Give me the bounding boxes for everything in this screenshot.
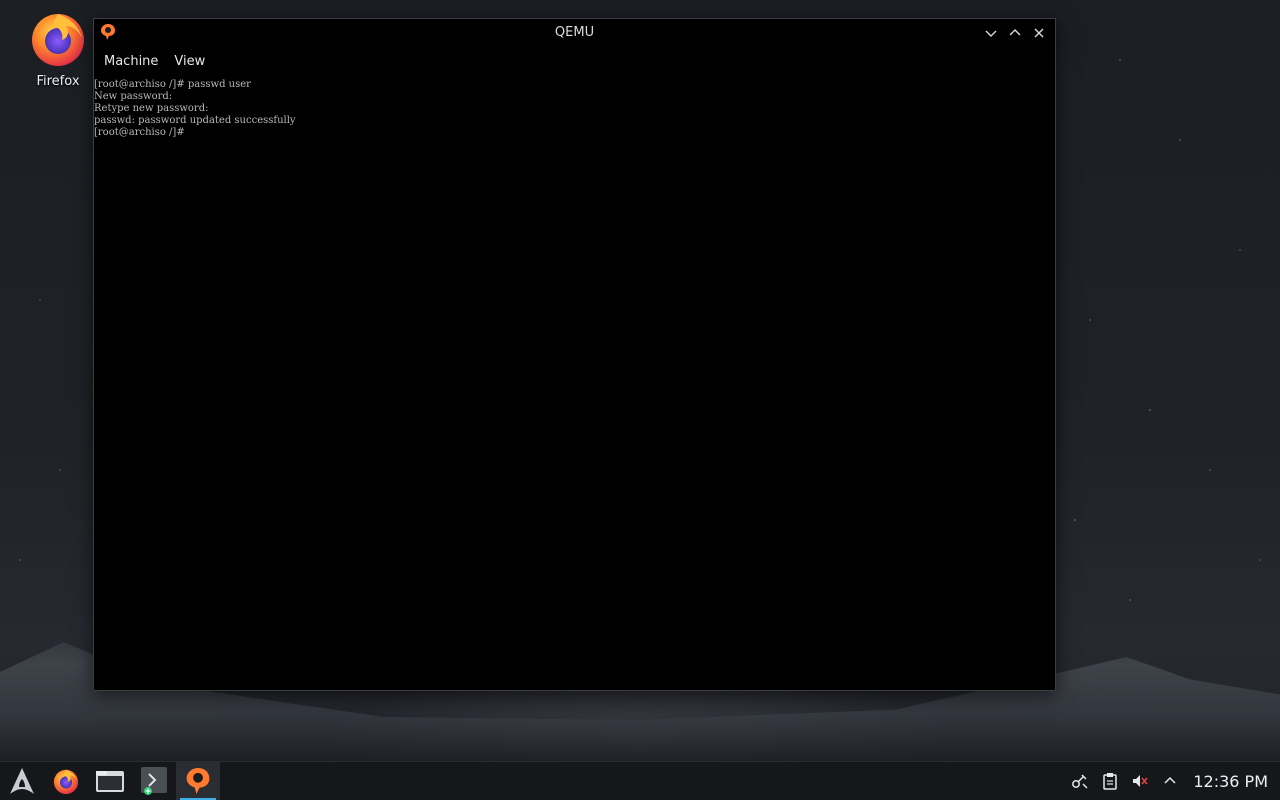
- network-button[interactable]: [1065, 762, 1095, 800]
- qemu-window[interactable]: QEMU Machine View [root@archiso /]# pass…: [93, 18, 1056, 691]
- maximize-button[interactable]: [1005, 23, 1025, 43]
- console-line: [root@archiso /]#: [94, 127, 185, 138]
- volume-muted-icon: [1133, 775, 1148, 787]
- window-title: QEMU: [554, 25, 595, 40]
- file-manager-icon: [96, 771, 124, 792]
- clock[interactable]: 12:36 PM: [1185, 772, 1280, 791]
- task-firefox[interactable]: [44, 762, 88, 800]
- task-qemu[interactable]: [176, 762, 220, 800]
- task-terminal[interactable]: [132, 762, 176, 800]
- application-launcher-button[interactable]: [0, 762, 44, 800]
- terminal-icon: [141, 767, 167, 795]
- minimize-icon: [985, 30, 997, 37]
- minimize-button[interactable]: [981, 23, 1001, 43]
- console-line: Retype new password:: [94, 103, 209, 114]
- clipboard-button[interactable]: [1095, 762, 1125, 800]
- maximize-icon: [1009, 29, 1021, 36]
- console-line: passwd: password updated successfully: [94, 115, 296, 126]
- tray-expand-button[interactable]: [1155, 762, 1185, 800]
- menu-view[interactable]: View: [168, 54, 211, 69]
- taskbar: 12:36 PM: [0, 761, 1280, 800]
- vm-console[interactable]: [root@archiso /]# passwd user New passwo…: [94, 79, 1055, 690]
- desktop-icon-firefox[interactable]: Firefox: [22, 8, 94, 89]
- task-file-manager[interactable]: [88, 762, 132, 800]
- volume-button[interactable]: [1125, 762, 1155, 800]
- qemu-icon: [186, 768, 210, 794]
- network-icon: [1072, 774, 1088, 789]
- window-menubar: Machine View: [94, 47, 1055, 75]
- close-icon: [1034, 28, 1044, 38]
- system-tray: 12:36 PM: [1065, 762, 1280, 800]
- firefox-icon: [53, 769, 79, 795]
- clipboard-icon: [1103, 773, 1118, 790]
- console-line: [root@archiso /]# passwd user: [94, 79, 251, 90]
- console-line: New password:: [94, 91, 173, 102]
- close-button[interactable]: [1029, 23, 1049, 43]
- desktop-icon-label: Firefox: [36, 74, 80, 89]
- firefox-icon: [32, 14, 84, 66]
- arch-launcher-icon: [10, 768, 34, 794]
- menu-machine[interactable]: Machine: [98, 54, 164, 69]
- chevron-up-icon: [1164, 776, 1176, 784]
- window-titlebar[interactable]: QEMU: [94, 19, 1055, 47]
